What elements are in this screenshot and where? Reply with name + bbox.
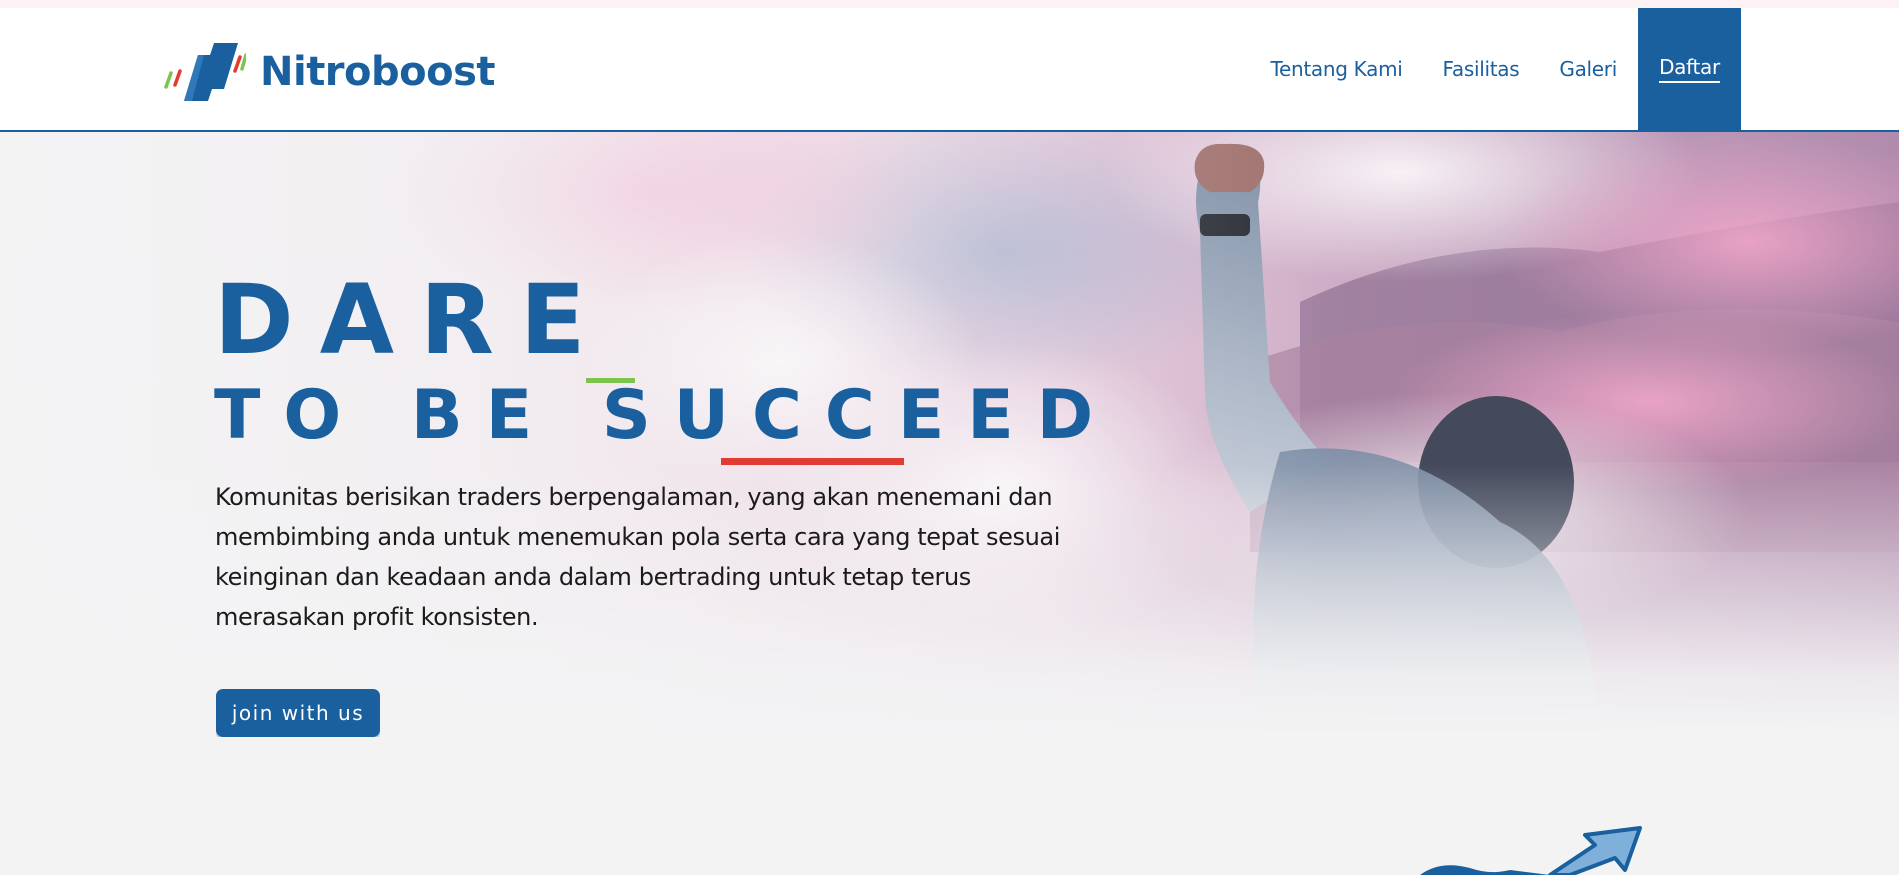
hero-description: Komunitas berisikan traders berpengalama… xyxy=(215,483,1060,631)
hero-section: DARE TO BE SUCCEED Komunitas berisikan t… xyxy=(0,132,1899,737)
daftar-label: Daftar xyxy=(1659,55,1720,83)
daftar-button[interactable]: Daftar xyxy=(1638,8,1741,130)
nav-tentang-kami[interactable]: Tentang Kami xyxy=(1270,57,1402,81)
hero-headline-line2: TO BE SUCCEED xyxy=(214,376,1117,455)
navbar: Nitroboost Tentang Kami Fasilitas Galeri… xyxy=(0,8,1899,132)
nav-fasilitas[interactable]: Fasilitas xyxy=(1443,57,1520,81)
nav-galeri[interactable]: Galeri xyxy=(1559,57,1617,81)
green-accent-bar xyxy=(586,378,635,383)
nitroboost-n-logo-icon xyxy=(164,43,246,101)
join-with-us-button[interactable]: join with us xyxy=(216,689,380,737)
hero-headline-line1: DARE xyxy=(214,264,612,376)
red-underline-bar xyxy=(721,458,904,465)
growth-arrow-illustration xyxy=(1420,826,1642,875)
brand-name: Nitroboost xyxy=(260,49,496,95)
top-strip xyxy=(0,0,1899,8)
brand-logo[interactable]: Nitroboost xyxy=(162,42,496,102)
main-nav: Tentang Kami Fasilitas Galeri xyxy=(1270,8,1617,130)
